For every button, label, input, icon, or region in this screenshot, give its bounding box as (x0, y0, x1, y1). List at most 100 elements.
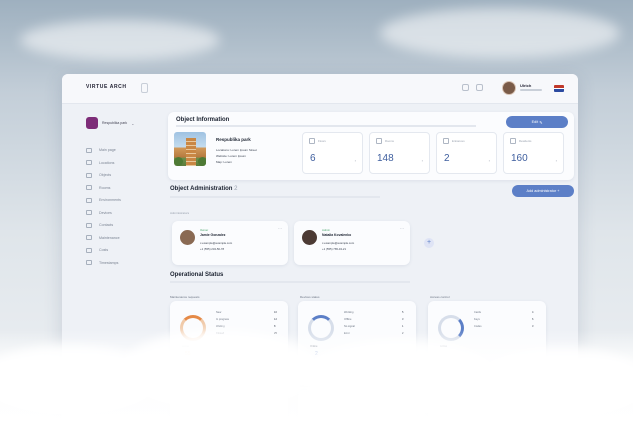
sky-cloud (380, 8, 620, 58)
admin-count: 2 (234, 186, 238, 192)
wrench-icon (86, 235, 92, 241)
object-photo (174, 132, 206, 166)
user-avatar[interactable] (502, 81, 516, 95)
admin-section-description (170, 196, 380, 198)
sidebar-item-environments[interactable]: Environments (86, 194, 121, 207)
operational-section-description (170, 281, 410, 283)
status-row-label: No signal (344, 325, 355, 328)
status-row-label: Working (344, 311, 354, 314)
stat-card-residents[interactable]: Residents 160 › (503, 132, 564, 174)
user-name: Ulrich (520, 83, 532, 88)
more-options-icon[interactable]: ⋯ (278, 226, 282, 231)
chevron-right-icon: › (555, 158, 557, 163)
status-row-label: Waiting (216, 325, 225, 328)
status-row-value: 10 (274, 311, 277, 314)
edit-button-label: Edit (531, 120, 539, 124)
status-row-value: 4 (532, 311, 534, 314)
admin-role: Admin (322, 228, 330, 232)
chevron-right-icon: › (354, 158, 356, 163)
admin-name: Jamie Gonzalez (200, 233, 226, 237)
status-row-label: Cards (474, 311, 481, 314)
admin-avatar (302, 230, 317, 245)
sidebar-item-label: Costs (99, 248, 109, 253)
sidebar-item-devices[interactable]: Devices (86, 207, 121, 220)
status-row-value: 12 (274, 318, 277, 321)
admin-email[interactable]: c.example@example.com (200, 241, 232, 245)
admin-email[interactable]: c.example@example.com (322, 241, 354, 245)
stat-card-rooms[interactable]: Rooms 148 › (369, 132, 430, 174)
sidebar-item-label: Maintenance (99, 235, 120, 240)
admin-phone[interactable]: +1 (555) 765-43-21 (322, 247, 346, 251)
clock-icon (86, 260, 92, 266)
workspace-selector[interactable]: Respublika park ⌄ (86, 116, 148, 130)
status-row-label: In progress (216, 318, 229, 321)
sidebar-item-label: Rooms (99, 185, 111, 190)
brand-logo[interactable]: VIRTUE ARCH (86, 84, 127, 90)
contacts-icon (86, 222, 92, 228)
workspace-name: Respublika park (102, 121, 128, 125)
sidebar-toggle-icon[interactable] (141, 83, 148, 93)
chevron-right-icon: › (421, 158, 423, 163)
add-admin-icon[interactable]: + (424, 238, 434, 248)
chevron-down-icon: ⌄ (131, 120, 135, 126)
sidebar-item-contacts[interactable]: Contacts (86, 219, 121, 232)
more-options-icon[interactable]: ⋯ (400, 226, 404, 231)
admin-phone[interactable]: +1 (555) 234-56-78 (200, 247, 224, 251)
stat-label: Rooms (385, 139, 394, 143)
sidebar-nav: Main page Locations Objects Rooms Enviro… (86, 144, 121, 269)
notification-icon[interactable] (476, 84, 483, 91)
status-row-value: 1 (402, 325, 404, 328)
status-row-value: 6 (532, 318, 534, 321)
add-administrator-button[interactable]: Add administrator + (512, 185, 574, 197)
stat-value: 148 (377, 153, 394, 164)
admin-avatar (180, 230, 195, 245)
rooms-icon (376, 138, 382, 144)
sidebar-item-label: Objects (99, 173, 112, 178)
status-row-value: 5 (402, 311, 404, 314)
language-flag-icon[interactable] (554, 85, 564, 92)
sidebar-item-label: Main page (99, 148, 116, 153)
sidebar-item-objects[interactable]: Objects (86, 169, 121, 182)
stat-card-floors[interactable]: Floors 6 › (302, 132, 363, 174)
operational-section-title: Operational Status (170, 272, 224, 278)
home-icon (86, 147, 92, 153)
add-administrator-label: Add administrator (526, 189, 557, 193)
admin-card[interactable]: Admin Natalia Kovalenko c.example@exampl… (294, 221, 410, 265)
building-image (186, 138, 196, 166)
admin-name: Natalia Kovalenko (322, 233, 352, 237)
sidebar-item-label: Contacts (99, 223, 114, 228)
status-row-label: Codes (474, 325, 482, 328)
user-subtitle (520, 89, 542, 91)
wallet-icon (86, 247, 92, 253)
administrators-label: Administrators (170, 211, 190, 215)
cloud-puff (120, 330, 320, 410)
object-map[interactable]: Map: Lorem (216, 160, 232, 164)
sidebar-item-costs[interactable]: Costs (86, 244, 121, 257)
status-row-label: New (216, 311, 222, 314)
sidebar-item-timestamps[interactable]: Timestamps (86, 257, 121, 270)
admin-section-title-text: Object Administration (170, 186, 233, 192)
sidebar-item-main-page[interactable]: Main page (86, 144, 121, 157)
status-row-value: 3 (402, 318, 404, 321)
admin-card[interactable]: Owner Jamie Gonzalez c.example@example.c… (172, 221, 288, 265)
stat-label: Entrances (452, 139, 465, 143)
stat-label: Residents (519, 139, 532, 143)
sky-cloud (20, 20, 220, 60)
status-row-value: 3 (532, 325, 534, 328)
panel-title: Maintenance requests (170, 295, 200, 299)
sidebar-item-label: Environments (99, 198, 121, 203)
entrance-icon (443, 138, 449, 144)
status-row-label: Offline (344, 318, 352, 321)
settings-icon[interactable] (462, 84, 469, 91)
status-row-value: 8 (274, 325, 276, 328)
sidebar-item-locations[interactable]: Locations (86, 157, 121, 170)
sidebar-item-rooms[interactable]: Rooms (86, 182, 121, 195)
stat-value: 2 (444, 153, 450, 164)
object-website[interactable]: Website: Lorem Ipsum (216, 154, 246, 158)
device-icon (86, 210, 92, 216)
door-icon (86, 185, 92, 191)
edit-button[interactable]: Edit ✎ (506, 116, 568, 128)
sidebar-item-maintenance[interactable]: Maintenance (86, 232, 121, 245)
stat-card-entrances[interactable]: Entrances 2 › (436, 132, 497, 174)
object-name: Respublika park (216, 137, 251, 142)
